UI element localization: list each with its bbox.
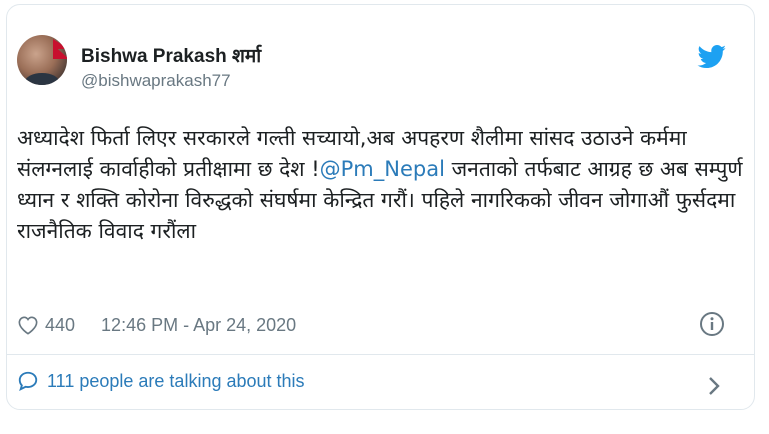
avatar[interactable]: [17, 35, 67, 85]
info-icon[interactable]: [699, 311, 725, 337]
conversation-link[interactable]: 111 people are talking about this: [17, 370, 305, 392]
author-name[interactable]: Bishwa Prakash शर्मा: [81, 42, 261, 68]
like-count[interactable]: 440: [45, 315, 75, 336]
heart-icon[interactable]: [17, 315, 39, 335]
author-handle[interactable]: @bishwaprakash77: [81, 71, 231, 91]
conversation-count: 111 people are talking about this: [47, 370, 305, 391]
tweet-card: Bishwa Prakash शर्मा @bishwaprakash77 अध…: [6, 4, 755, 410]
timestamp[interactable]: 12:46 PM - Apr 24, 2020: [101, 315, 296, 336]
tweet-text: अध्यादेश फिर्ता लिएर सरकारले गल्ती सच्या…: [17, 123, 745, 247]
tweet-meta: 440 12:46 PM - Apr 24, 2020: [17, 310, 296, 340]
divider: [7, 354, 754, 355]
speech-bubble-icon: [18, 371, 38, 392]
nepal-flag-icon: [53, 39, 67, 59]
mention-link[interactable]: @Pm_Nepal: [320, 157, 445, 181]
twitter-bird-icon[interactable]: [697, 45, 727, 69]
chevron-right-icon[interactable]: [707, 375, 721, 397]
